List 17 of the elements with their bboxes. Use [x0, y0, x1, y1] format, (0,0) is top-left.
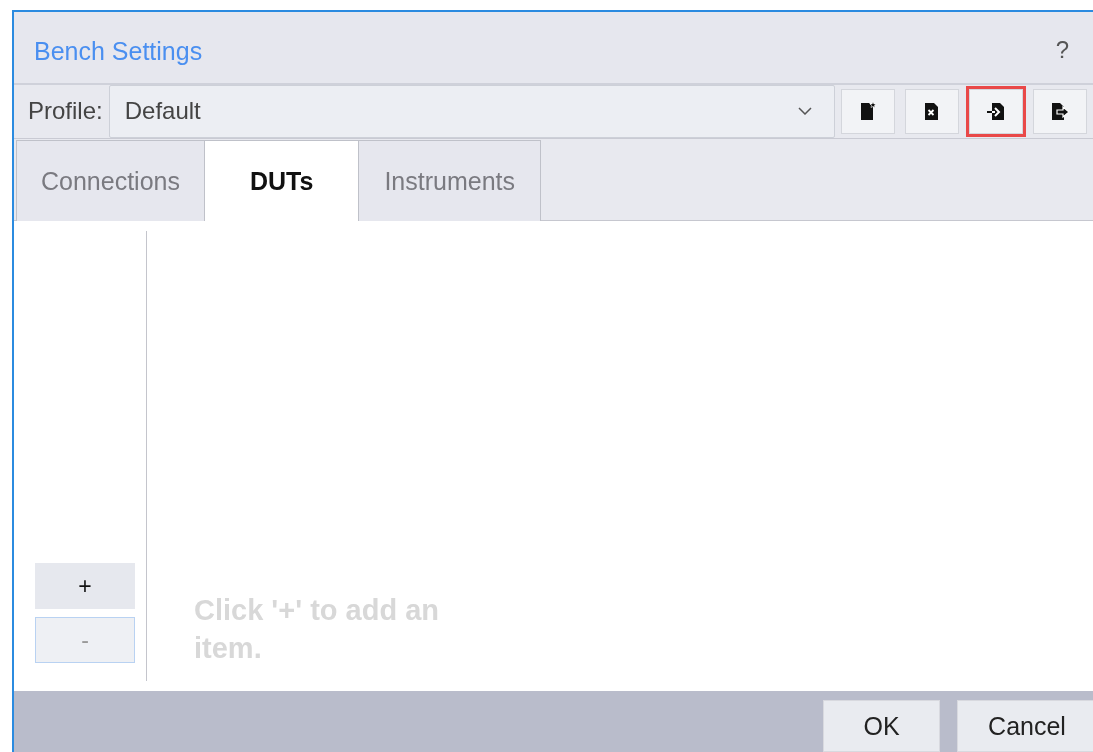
cancel-button[interactable]: Cancel: [957, 700, 1093, 752]
window-title: Bench Settings: [34, 37, 203, 67]
import-file-icon: [987, 101, 1005, 121]
toolbar-button[interactable]: [905, 88, 959, 134]
toolbar-button[interactable]: [1033, 88, 1087, 134]
delete-file-icon: [923, 101, 941, 121]
tab[interactable]: DUTs: [204, 140, 360, 222]
add-button[interactable]: +: [35, 563, 135, 609]
ok-button[interactable]: OK: [823, 700, 940, 752]
help-button[interactable]: ?: [1051, 36, 1073, 65]
profile-label: Profile:: [28, 97, 103, 126]
profile-dropdown[interactable]: Default: [108, 84, 835, 138]
export-file-icon: [1051, 101, 1069, 121]
toolbar-button[interactable]: [841, 88, 895, 134]
toolbar-button[interactable]: [969, 88, 1023, 134]
chevron-icon: [798, 107, 812, 116]
new-file-icon: [859, 101, 877, 121]
